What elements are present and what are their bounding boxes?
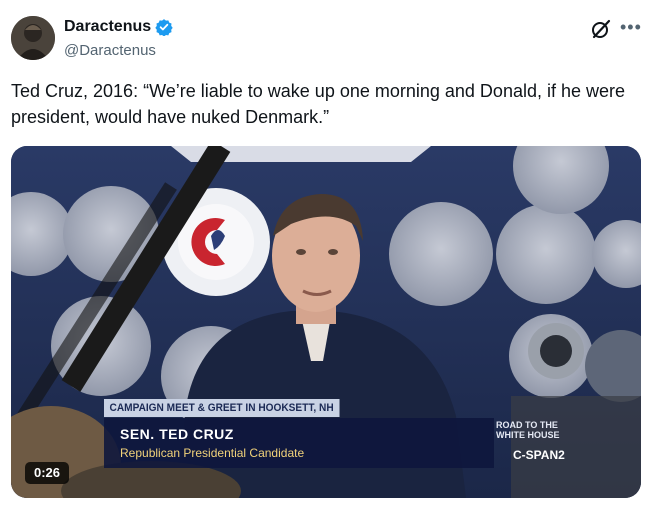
video-player[interactable]: CAMPAIGN MEET & GREET IN HOOKSETT, NH SE… — [11, 146, 641, 498]
video-duration-badge: 0:26 — [25, 462, 70, 484]
lower-third-title: Republican Presidential Candidate — [120, 446, 305, 460]
grok-icon[interactable] — [590, 18, 612, 40]
avatar[interactable] — [11, 16, 55, 60]
tweet-text: Ted Cruz, 2016: “We’re liable to wake up… — [11, 81, 626, 127]
more-options-icon[interactable]: ••• — [620, 17, 642, 38]
verified-badge-icon — [155, 18, 173, 37]
lower-third-name: SEN. TED CRUZ — [120, 426, 234, 442]
author-handle[interactable]: @Daractenus — [64, 42, 156, 59]
lower-third: SEN. TED CRUZ Republican Presidential Ca… — [104, 418, 494, 468]
lower-third-location: CAMPAIGN MEET & GREET IN HOOKSETT, NH — [104, 399, 340, 417]
network-program-label: ROAD TO THE WHITE HOUSE — [496, 420, 560, 440]
author-name-row: Daractenus — [64, 18, 173, 37]
author-display-name[interactable]: Daractenus — [64, 18, 151, 36]
network-logo: C-SPAN2 — [513, 448, 565, 462]
